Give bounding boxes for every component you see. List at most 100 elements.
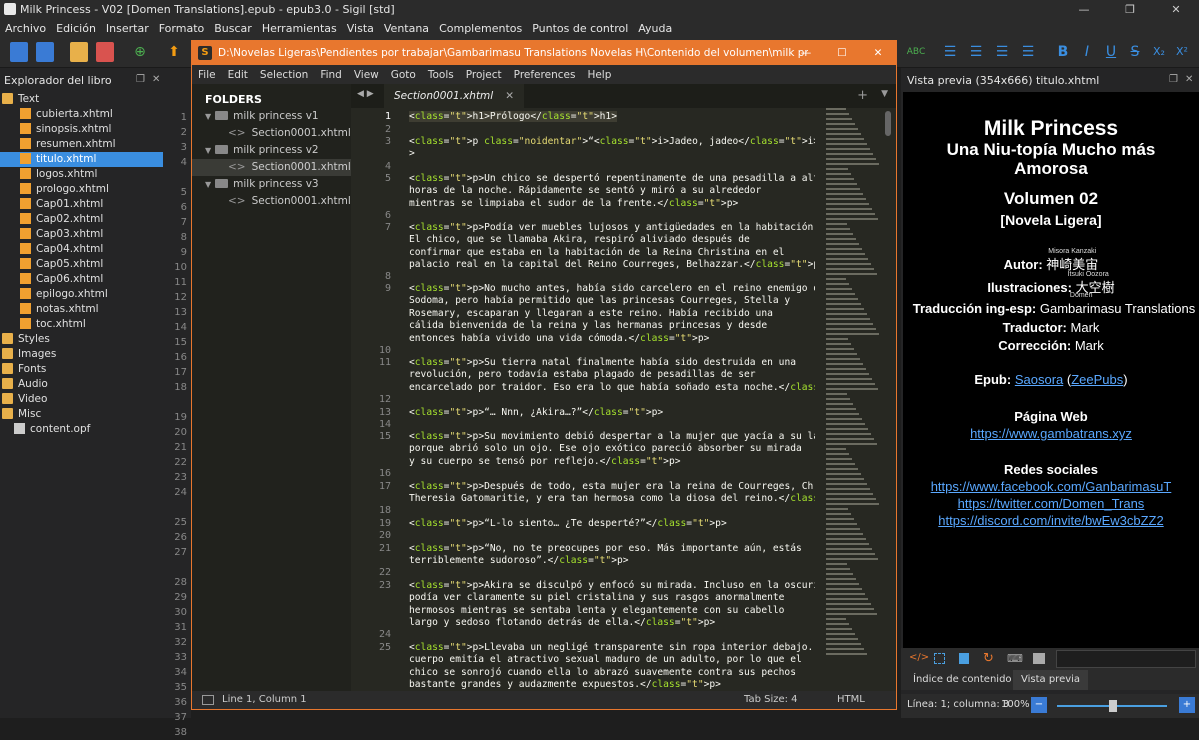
sublime-menu-edit[interactable]: Edit [222,69,254,81]
code-line[interactable]: cuerpo emitía el atractivo sexual maduro… [409,654,802,665]
subscript-icon[interactable]: X₂ [1149,42,1169,62]
menu-herramientas[interactable]: Herramientas [257,22,342,35]
facebook-link[interactable]: https://www.facebook.com/GanbarimasuT [903,479,1199,494]
spellcheck-icon[interactable]: ABC [906,42,926,62]
code-line[interactable]: bastante grandes y audazmente expuestos.… [409,679,721,690]
code-line[interactable]: porque abrió solo un ojo. Ese ojo exótic… [409,443,802,454]
minimize-button[interactable]: — [1061,0,1107,18]
zoom-in-button[interactable]: + [1179,697,1195,713]
close-button[interactable]: ✕ [1153,0,1199,18]
close-panel-icon[interactable]: ✕ [152,74,160,85]
save-icon[interactable] [96,42,114,62]
tab-list-chevron-icon[interactable]: ▼ [881,89,888,99]
zoom-slider-handle[interactable] [1109,700,1117,712]
sidebar-folder-v2[interactable]: ▼ milk princess v2 [192,142,351,159]
sidebar-toggle-icon[interactable] [202,695,214,705]
code-line[interactable]: <class="t">p class="noidentar">“<class="… [409,136,815,147]
sublime-maximize-button[interactable]: ☐ [824,41,860,65]
code-line[interactable]: <class="t">p>Akira se disculpó y enfocó … [409,580,815,591]
sublime-menu-find[interactable]: Find [314,69,348,81]
maximize-button[interactable]: ❐ [1107,0,1153,18]
code-line[interactable]: <class="t">p>Llevaba un negligé transpar… [409,642,815,653]
sublime-menu-selection[interactable]: Selection [254,69,314,81]
code-line[interactable]: palacio real en la capital del Reino Cou… [409,259,815,270]
code-line[interactable]: <class="t">p>Después de todo, esta mujer… [409,481,815,492]
new-epub3-icon[interactable] [36,42,54,62]
editor-scrollbar[interactable] [885,111,891,136]
tab-section0001[interactable]: Section0001.xhtml ✕ [384,84,524,108]
align-right-icon[interactable]: ☰ [992,42,1012,62]
float-panel-icon[interactable]: ❐ [1169,74,1178,85]
sublime-menu-help[interactable]: Help [581,69,617,81]
code-line[interactable]: confirmar que estaba en la habitación de… [409,247,784,258]
align-justify-icon[interactable]: ☰ [1018,42,1038,62]
zoom-out-button[interactable]: − [1031,697,1047,713]
menu-formato[interactable]: Formato [154,22,210,35]
minimap[interactable] [824,108,882,691]
new-tab-icon[interactable]: + [857,88,868,103]
menu-ventana[interactable]: Ventana [379,22,434,35]
tab-close-icon[interactable]: ✕ [505,84,514,108]
code-line[interactable]: <class="t">p>“… Nnn, ¿Akira…?”</class="t… [409,407,663,418]
italic-icon[interactable]: I [1077,42,1097,62]
code-line[interactable]: chico se sonrojó cuando ella lo abrazó s… [409,667,796,678]
refresh-icon[interactable]: ↻ [983,651,994,666]
code-line[interactable]: <class="t">p>“No, no te preocupes por es… [409,543,802,554]
add-file-icon[interactable]: ⊕ [130,42,150,62]
sublime-menu-project[interactable]: Project [460,69,508,81]
sublime-menu-tools[interactable]: Tools [422,69,460,81]
inspect-icon[interactable]: ⌨ [1007,652,1023,665]
code-line[interactable]: Rosemary, escaparan y llegaran a este re… [409,308,773,319]
code-line[interactable]: mientras se limpiaba el sudor de la fren… [409,198,738,209]
tab-toc[interactable]: Índice de contenido [913,674,1012,685]
arrow-up-icon[interactable]: ⬆ [164,42,184,62]
code-line[interactable]: Theresia Gatomaritie, y era tan hermosa … [409,493,815,504]
saosora-link[interactable]: Saosora [1015,372,1063,387]
align-center-icon[interactable]: ☰ [966,42,986,62]
code-line[interactable]: <class="t">p>No mucho antes, había sido … [409,283,815,294]
menu-complementos[interactable]: Complementos [434,22,527,35]
align-left-icon[interactable]: ☰ [940,42,960,62]
close-panel-icon[interactable]: ✕ [1185,74,1193,85]
superscript-icon[interactable]: X² [1172,42,1192,62]
menu-insertar[interactable]: Insertar [101,22,154,35]
sublime-menu-preferences[interactable]: Preferences [508,69,582,81]
sidebar-file-selected[interactable]: <> Section0001.xhtml [192,159,351,176]
code-line[interactable]: <class="t">p>Su tierra natal finalmente … [409,357,796,368]
code-line[interactable]: <class="t">p>Podía ver muebles lujosos y… [409,222,815,233]
discord-link[interactable]: https://discord.com/invite/bwEw3cbZZ2 [903,513,1199,528]
code-line[interactable]: podía ver claramente su piel cristalina … [409,592,784,603]
code-line[interactable]: terriblemente sudoroso”.</class="t">p> [409,555,629,566]
menu-ayuda[interactable]: Ayuda [633,22,677,35]
web-link[interactable]: https://www.gambatrans.xyz [903,426,1199,441]
print-icon[interactable] [1033,653,1045,664]
code-line[interactable]: largo y sedoso flotando detrás de ella.<… [409,617,715,628]
strikethrough-icon[interactable]: S [1125,42,1145,62]
code-line[interactable]: > [409,148,415,159]
tab-size[interactable]: Tab Size: 4 [744,691,798,709]
select-all-icon[interactable] [934,653,945,664]
tab-preview[interactable]: Vista previa [1013,670,1089,690]
code-line[interactable]: Sodoma, pero había permitido que las pri… [409,295,790,306]
copy-icon[interactable] [959,653,969,664]
twitter-link[interactable]: https://twitter.com/Domen_Trans [903,496,1199,511]
sidebar-file[interactable]: <> Section0001.xhtml [192,193,351,210]
new-html-icon[interactable] [10,42,28,62]
menu-vista[interactable]: Vista [342,22,379,35]
sublime-menu-goto[interactable]: Goto [385,69,422,81]
preview-search-input[interactable] [1056,650,1196,668]
sidebar-folder-v3[interactable]: ▼ milk princess v3 [192,176,351,193]
bold-icon[interactable]: B [1053,42,1073,62]
code-line[interactable]: El chico, que se llamaba Akira, respiró … [409,234,750,245]
sublime-menu-file[interactable]: File [192,69,222,81]
syntax-mode[interactable]: HTML [837,691,865,709]
code-line[interactable]: y su cuerpo se tensó por reflejo.</class… [409,456,681,467]
sublime-close-button[interactable]: ✕ [860,41,896,65]
tab-nav-left-icon[interactable]: ◀ ▶ [357,89,374,99]
code-line[interactable]: hermosos mientras se sentaba lenta y ele… [409,605,784,616]
code-line[interactable]: <class="t">p>Un chico se despertó repent… [409,173,815,184]
sidebar-folder-v1[interactable]: ▼ milk princess v1 [192,108,351,125]
code-line[interactable]: entonces había vivido una vida cómoda.</… [409,333,709,344]
code-line[interactable]: revolución, pero todavía estaba plagado … [409,369,756,380]
menu-puntos-de-control[interactable]: Puntos de control [527,22,633,35]
